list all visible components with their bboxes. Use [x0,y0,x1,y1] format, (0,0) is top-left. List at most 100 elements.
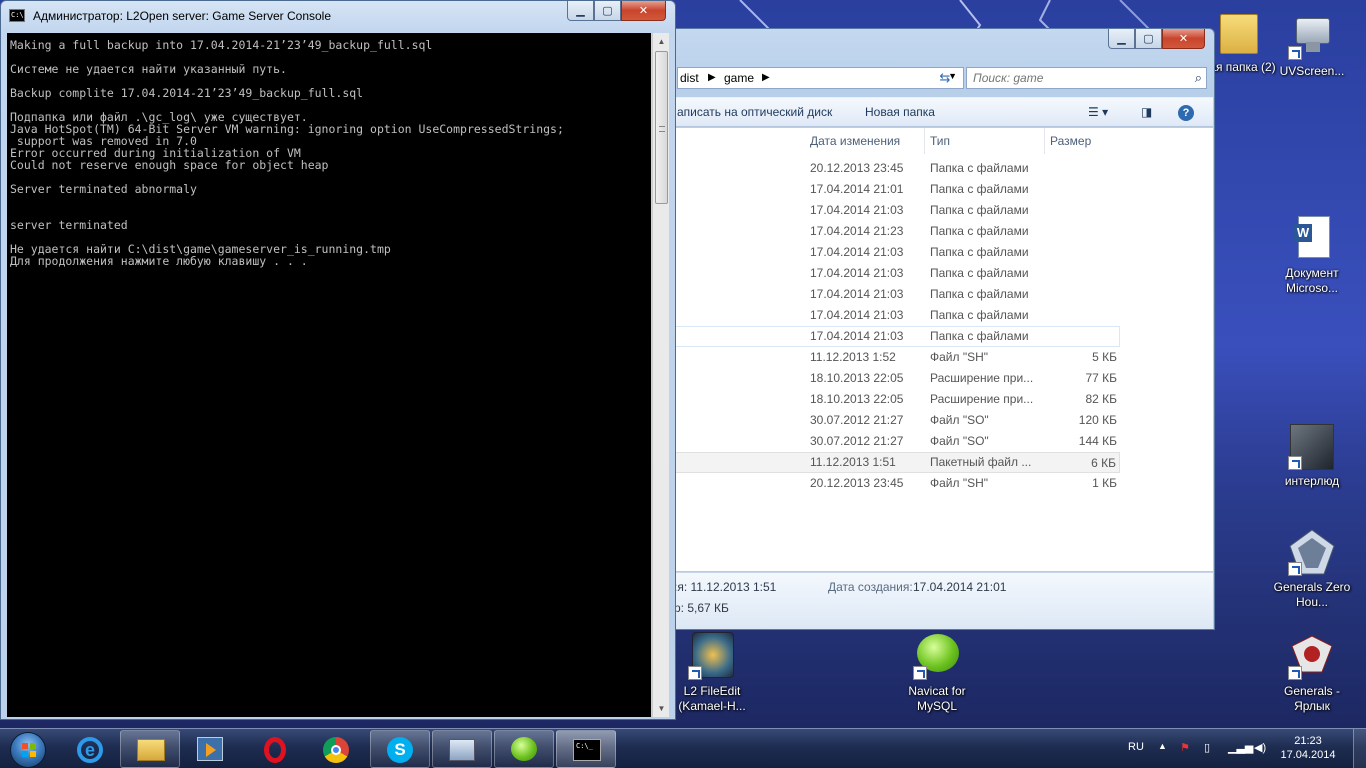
start-button[interactable] [3,730,53,768]
taskbar-console[interactable]: C:\_ [556,730,616,768]
l2-fileedit-icon [688,632,736,680]
taskbar-skype[interactable]: S [370,730,430,768]
taskbar-media-player[interactable] [180,730,240,768]
details-created-label: Дата создания: [828,580,913,594]
table-row[interactable]: 20.12.2013 23:45 Папка с файлами [670,158,1120,179]
details-pane: :я: 11.12.2013 1:51 Дата создания: 17.04… [670,572,1213,629]
desktop-icon-word-document[interactable]: W Документ Microso... [1270,214,1354,296]
language-indicator[interactable]: RU [1128,741,1144,753]
taskbar: e S C:\_ RU ▲ ⚑ ▯ ▁▃▅ ◀) 21:23 17.04.201… [0,728,1366,768]
table-row[interactable]: 30.07.2012 21:27 Файл "SO" 120 КБ [670,410,1120,431]
camera-icon [1288,12,1336,60]
signal-strength-icon[interactable]: ▁▃▅ [1228,741,1253,754]
search-icon[interactable]: ⌕ [1195,70,1202,86]
table-row[interactable]: 11.12.2013 1:52 Файл "SH" 5 КБ [670,347,1120,368]
taskbar-control-panel[interactable] [432,730,492,768]
minimize-button[interactable]: ▁ [567,1,594,21]
explorer-window[interactable]: ▁ ▢ ✕ dist ▶ game ▶ ▼ ⇆ ⌕ аписать на опт… [668,28,1215,630]
table-row[interactable]: 17.04.2014 21:03 Папка с файлами [670,242,1120,263]
clock-date: 17.04.2014 [1280,749,1336,761]
table-row[interactable]: 17.04.2014 21:03 Папка с файлами [670,305,1120,326]
table-row[interactable]: 17.04.2014 21:01 Папка с файлами [670,179,1120,200]
details-created-value: 17.04.2014 21:01 [913,580,1007,594]
table-row[interactable]: 17.04.2014 21:03 Папка с файлами [670,263,1120,284]
generals-emblem-icon [1288,528,1336,576]
breadcrumb-game[interactable]: game [724,71,754,85]
usb-device-icon[interactable]: ▯ [1204,741,1210,754]
maximize-button[interactable]: ▢ [594,1,621,21]
taskbar-ie[interactable]: e [60,730,120,768]
table-row-hovered[interactable]: 11.12.2013 1:51 Пакетный файл ... 6 КБ [670,452,1120,473]
breadcrumb-dist[interactable]: dist [680,71,699,85]
burn-disc-button[interactable]: аписать на оптический диск [677,105,832,119]
close-button[interactable]: ✕ [1162,29,1205,49]
console-app-icon: C:\ [9,9,25,22]
shortcut-arrow-icon [1288,666,1302,680]
column-header-type[interactable]: Тип [925,128,1045,154]
breadcrumb-separator-icon: ▶ [762,72,770,83]
word-document-icon: W [1288,214,1336,262]
explorer-caption-buttons: ▁ ▢ ✕ [1108,29,1205,49]
column-header-date[interactable]: Дата изменения [805,128,925,154]
taskbar-chrome[interactable] [306,730,366,768]
table-row[interactable]: 18.10.2013 22:05 Расширение при... 77 КБ [670,368,1120,389]
help-icon[interactable]: ? [1178,105,1194,121]
desktop-icon-navicat[interactable]: Navicat for MySQL [895,632,979,714]
show-hidden-icons-icon[interactable]: ▲ [1158,741,1167,751]
shortcut-arrow-icon [1288,456,1302,470]
folder-icon [137,737,165,763]
grip-icon [659,126,665,132]
command-bar: аписать на оптический диск Новая папка ☰… [670,97,1213,127]
address-bar[interactable]: dist ▶ game ▶ ▼ [677,67,964,89]
table-row[interactable]: 17.04.2014 21:23 Папка с файлами [670,221,1120,242]
column-header-size[interactable]: Размер [1045,128,1123,154]
desktop-icon-uvscreen[interactable]: UVScreen... [1270,12,1354,79]
refresh-icon[interactable]: ⇆ [934,67,956,89]
table-row[interactable]: 17.04.2014 21:03 Папка с файлами [670,284,1120,305]
internet-explorer-icon: e [77,737,105,763]
scroll-up-icon[interactable]: ▲ [653,33,670,50]
navicat-icon [511,737,539,763]
opera-icon [261,737,289,763]
new-folder-button[interactable]: Новая папка [865,105,935,119]
scroll-thumb[interactable] [655,51,668,204]
taskbar-navicat[interactable] [494,730,554,768]
search-box[interactable]: ⌕ [966,67,1207,89]
system-clock[interactable]: 21:23 17.04.2014 [1270,734,1346,762]
table-row-selected[interactable]: 17.04.2014 21:03 Папка с файлами [670,326,1120,347]
search-input[interactable] [973,71,1173,85]
shortcut-arrow-icon [688,666,702,680]
preview-pane-icon[interactable]: ◨ [1141,105,1152,119]
taskbar-opera[interactable] [244,730,304,768]
console-scrollbar[interactable]: ▲ ▼ [652,33,669,717]
console-output[interactable]: Making a full backup into 17.04.2014-21’… [7,33,651,717]
maximize-button[interactable]: ▢ [1135,29,1162,49]
desktop-icon-generals-shortcut[interactable]: Generals - Ярлык [1270,632,1354,714]
scroll-down-icon[interactable]: ▼ [653,700,670,717]
minimize-button[interactable]: ▁ [1108,29,1135,49]
table-row[interactable]: 30.07.2012 21:27 Файл "SO" 144 КБ [670,431,1120,452]
table-row[interactable]: 17.04.2014 21:03 Папка с файлами [670,200,1120,221]
desktop-icon-l2-fileedit[interactable]: L2 FileEdit (Kamael-H... [670,632,754,714]
table-row[interactable]: 18.10.2013 22:05 Расширение при... 82 КБ [670,389,1120,410]
view-options-icon[interactable]: ☰ ▾ [1088,105,1108,119]
file-list[interactable]: Дата изменения Тип Размер 20.12.2013 23:… [670,128,1213,571]
close-button[interactable]: ✕ [621,1,666,21]
console-window[interactable]: C:\ Администратор: L2Open server: Game S… [0,0,676,720]
console-text: Making a full backup into 17.04.2014-21’… [10,38,564,268]
show-desktop-button[interactable] [1353,729,1366,768]
desktop-icon-generals-zero-hour[interactable]: Generals Zero Hou... [1270,528,1354,610]
table-row[interactable]: 20.12.2013 23:45 Файл "SH" 1 КБ [670,473,1120,494]
console-title: Администратор: L2Open server: Game Serve… [33,9,332,23]
lineage-icon [1288,422,1336,470]
console-caption-buttons: ▁ ▢ ✕ [567,1,666,21]
media-player-icon [197,737,225,763]
desktop-icon-interlude[interactable]: интерлюд [1270,422,1354,489]
volume-icon[interactable]: ◀) [1254,741,1266,754]
details-modified: :я: 11.12.2013 1:51 [674,580,777,594]
taskbar-explorer[interactable] [120,730,180,768]
network-error-icon[interactable]: ⚑ [1180,741,1190,754]
details-size: р: 5,67 КБ [674,601,729,615]
chrome-icon [323,737,351,763]
clock-time: 21:23 [1294,735,1322,747]
